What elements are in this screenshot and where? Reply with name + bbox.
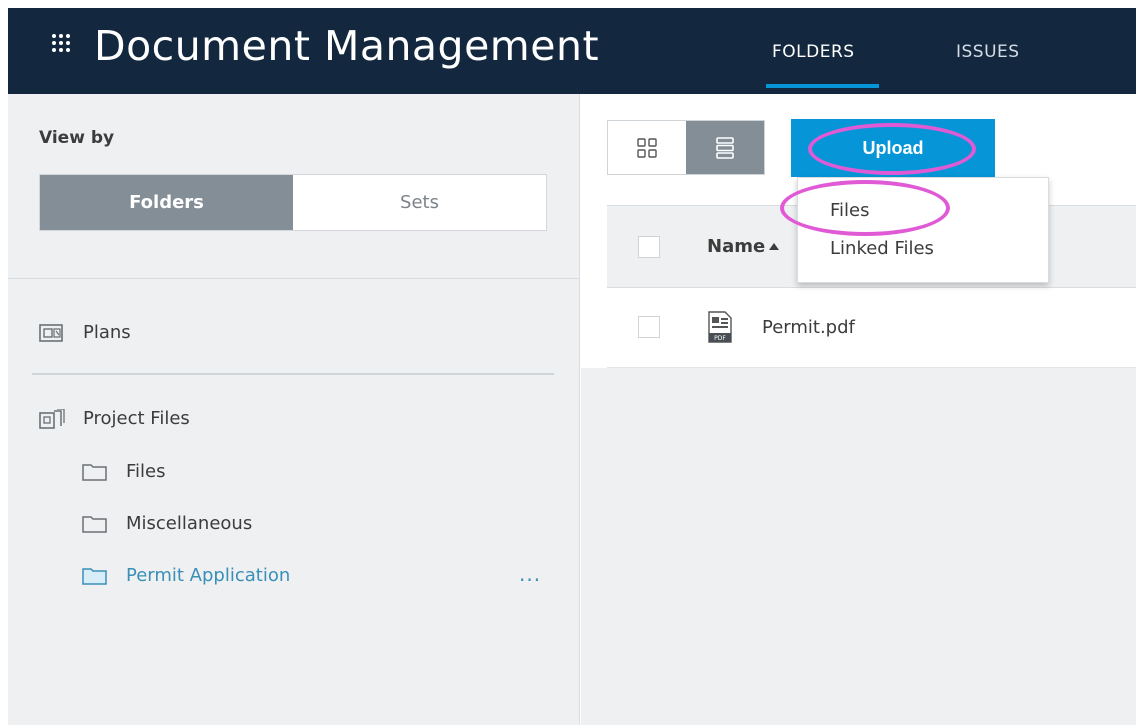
grid-view-icon [637,137,657,158]
sort-ascending-icon [769,243,779,250]
app-switcher-icon[interactable] [52,34,72,54]
row-checkbox[interactable] [638,316,660,338]
sidebar-item-label: Project Files [83,408,190,429]
menu-item-linked-files[interactable]: Linked Files [830,238,934,259]
sidebar-item-miscellaneous[interactable]: Miscellaneous [82,513,252,534]
view-sets-button[interactable]: Sets [293,175,546,230]
list-view-icon [716,136,734,159]
main-content-background [581,368,1136,725]
view-by-label: View by [39,128,115,148]
app-title: Document Management [94,22,600,70]
sidebar-item-label: Permit Application [126,565,291,586]
sidebar-item-project-files[interactable]: Project Files [39,408,190,429]
active-tab-indicator [766,84,879,88]
project-files-icon [39,408,65,429]
sidebar-item-plans[interactable]: Plans [39,322,131,343]
sidebar-item-label: Miscellaneous [126,513,253,534]
tab-folders[interactable]: FOLDERS [772,42,855,62]
folder-icon [82,515,107,533]
pdf-file-icon: PDF [708,311,732,343]
plans-icon [39,323,63,342]
file-name[interactable]: Permit.pdf [762,317,855,338]
divider [32,373,554,375]
view-mode-toggle [607,120,765,175]
grid-view-button[interactable] [608,121,686,174]
sidebar-item-permit-application[interactable]: Permit Application [82,565,290,586]
sidebar-item-label: Plans [83,322,131,343]
view-by-toggle: Folders Sets [39,174,547,231]
tab-issues[interactable]: ISSUES [956,42,1020,62]
folder-icon [82,567,107,585]
annotation-highlight-ring [808,123,976,175]
sidebar-item-label: Files [126,461,166,482]
column-header-name[interactable]: Name [707,236,765,257]
sidebar: View by Folders Sets Plans Project Files… [8,94,580,725]
more-options-icon[interactable]: ... [519,564,541,584]
divider [8,278,580,279]
annotation-highlight-ring [780,180,950,236]
svg-text:PDF: PDF [714,335,726,342]
select-all-checkbox[interactable] [638,236,660,258]
view-folders-button[interactable]: Folders [40,175,293,230]
sidebar-item-files[interactable]: Files [82,461,166,482]
table-row[interactable] [607,288,1136,368]
list-view-button[interactable] [686,121,764,174]
folder-icon [82,463,107,481]
